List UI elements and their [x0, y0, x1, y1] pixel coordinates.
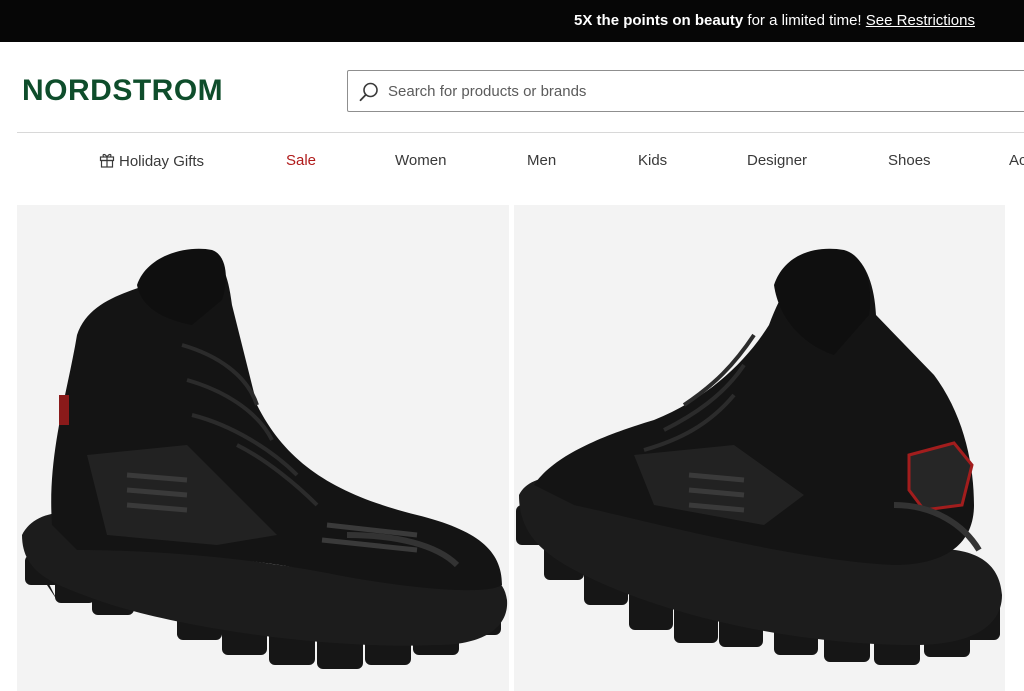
main-nav: Holiday Gifts Sale Women Men Kids Design…	[0, 133, 1024, 189]
promo-bar: 5X the points on beauty for a limited ti…	[0, 0, 1024, 42]
product-image-rear[interactable]	[514, 205, 1005, 691]
site-header: NORDSTROM	[0, 42, 1024, 133]
nav-item-men[interactable]: Men	[527, 152, 556, 169]
nav-item-designer[interactable]: Designer	[747, 152, 807, 169]
nav-label-holiday-gifts: Holiday Gifts	[119, 153, 205, 170]
nav-item-holiday-gifts[interactable]: Holiday Gifts	[99, 152, 204, 170]
nav-item-shoes[interactable]: Shoes	[888, 152, 931, 169]
promo-headline: 5X the points on beauty	[574, 12, 744, 29]
nordstrom-logo[interactable]: NORDSTROM	[22, 76, 223, 106]
gift-icon	[99, 153, 115, 168]
search-input[interactable]	[388, 71, 988, 111]
promo-message: 5X the points on beauty for a limited ti…	[574, 12, 975, 29]
nav-item-accessories[interactable]: Ac	[1009, 152, 1024, 169]
nav-item-sale[interactable]: Sale	[286, 152, 316, 169]
search-icon	[359, 82, 378, 102]
sneaker-side-illustration	[22, 248, 508, 669]
nav-item-women[interactable]: Women	[395, 152, 446, 169]
see-restrictions-link[interactable]: See Restrictions	[866, 12, 975, 29]
nav-item-kids[interactable]: Kids	[638, 152, 667, 169]
sneaker-rear-illustration	[516, 248, 1002, 665]
search-bar[interactable]	[347, 70, 1024, 112]
promo-subtext: for a limited time!	[743, 12, 866, 29]
product-image-side[interactable]	[17, 205, 509, 691]
product-gallery	[17, 205, 1024, 691]
